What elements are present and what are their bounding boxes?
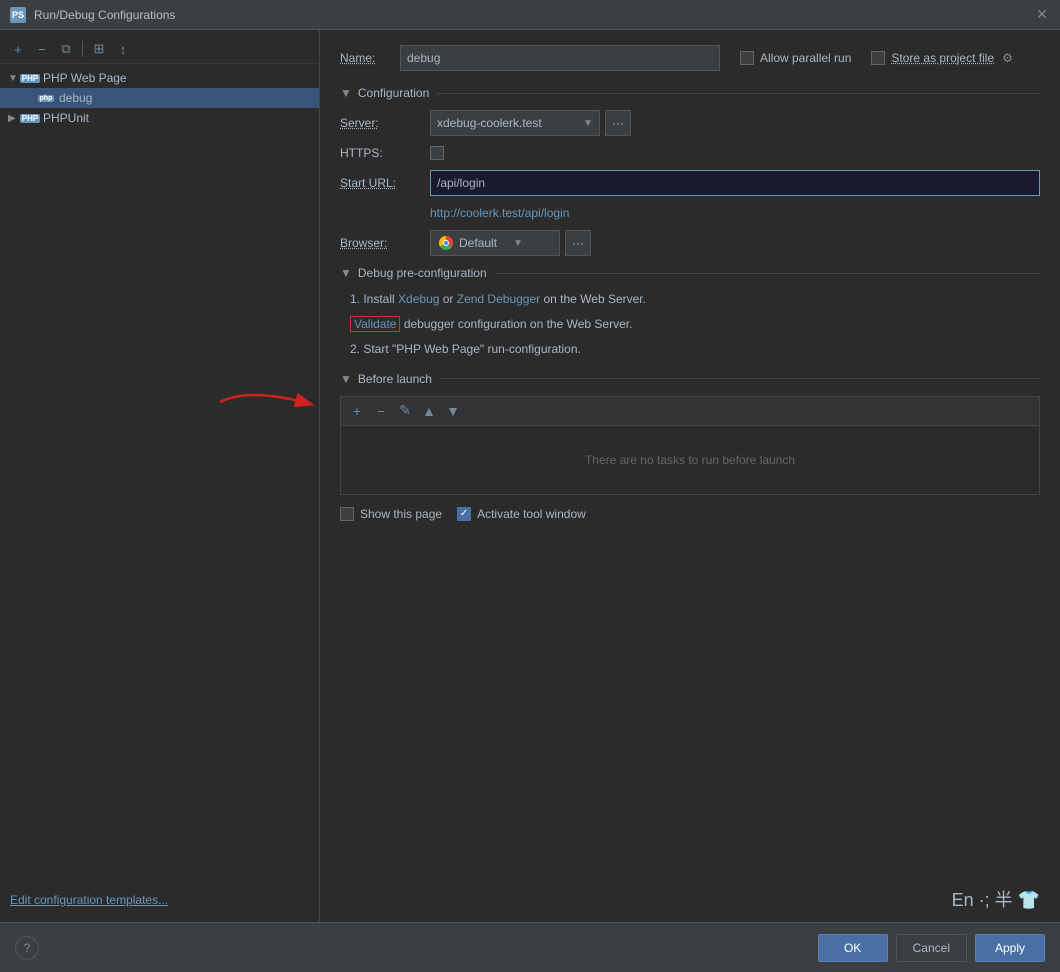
php-web-page-label: PHP Web Page (43, 71, 127, 85)
edit-config-templates-link[interactable]: Edit configuration templates... (10, 893, 168, 907)
apply-button[interactable]: Apply (975, 934, 1045, 962)
move-config-button[interactable]: ⊞ (89, 39, 109, 59)
right-panel: Name: Allow parallel run Store as projec… (320, 30, 1060, 922)
before-launch-arrow[interactable]: ▼ (340, 372, 352, 386)
sidebar: + − ⧉ ⊞ ↕ ▼ PHP PHP Web Page php debug ▶ (0, 30, 320, 922)
config-section-arrow[interactable]: ▼ (340, 86, 352, 100)
remove-config-button[interactable]: − (32, 39, 52, 59)
name-input[interactable] (400, 45, 720, 71)
server-select-wrapper: xdebug-coolerk.test ▼ ··· (430, 110, 631, 136)
debug-step-2: 2. Start "PHP Web Page" run-configuratio… (350, 340, 1040, 359)
before-launch-area: There are no tasks to run before launch (340, 425, 1040, 495)
bottom-options: Show this page Activate tool window (340, 507, 1040, 521)
server-dropdown[interactable]: xdebug-coolerk.test ▼ (430, 110, 600, 136)
debug-section-title: Debug pre-configuration (358, 266, 487, 280)
sidebar-toolbar: + − ⧉ ⊞ ↕ (0, 35, 319, 64)
server-value: xdebug-coolerk.test (437, 116, 542, 130)
activate-tool-window-option: Activate tool window (457, 507, 586, 521)
before-launch-section-header: ▼ Before launch (340, 372, 1040, 386)
resolved-url-link[interactable]: http://coolerk.test/api/login (430, 206, 1040, 220)
browser-select-wrapper: Default ▼ ··· (430, 230, 591, 256)
show-page-label: Show this page (360, 507, 442, 521)
allow-parallel-run: Allow parallel run (740, 51, 851, 65)
debug-step-1: 1. Install Xdebug or Zend Debugger on th… (350, 290, 1040, 309)
debug-preconfig-section-header: ▼ Debug pre-configuration (340, 266, 1040, 280)
chrome-icon (439, 236, 453, 250)
dialog-title: Run/Debug Configurations (34, 8, 175, 22)
browser-dropdown-arrow: ▼ (513, 238, 523, 249)
debug-step-validate: Validate debugger configuration on the W… (350, 315, 1040, 334)
title-bar: PS Run/Debug Configurations ✕ (0, 0, 1060, 30)
before-launch-empty: There are no tasks to run before launch (585, 453, 795, 467)
debug-config-label: debug (59, 91, 92, 105)
remove-task-button[interactable]: − (371, 401, 391, 421)
add-task-button[interactable]: + (347, 401, 367, 421)
system-tray: En ·; 半 👕 (952, 886, 1040, 912)
php-web-page-icon: PHP (22, 70, 38, 86)
store-as-project: Store as project file ⚙ (871, 51, 1012, 65)
debug-section-arrow[interactable]: ▼ (340, 266, 352, 280)
toolbar-separator (82, 41, 83, 57)
sort-config-button[interactable]: ↕ (113, 39, 133, 59)
start-url-label: Start URL: (340, 176, 430, 190)
server-row: Server: xdebug-coolerk.test ▼ ··· (340, 110, 1040, 136)
show-page-checkbox[interactable] (340, 507, 354, 521)
main-layout: + − ⧉ ⊞ ↕ ▼ PHP PHP Web Page php debug ▶ (0, 30, 1060, 922)
browser-row: Browser: Default ▼ ··· (340, 230, 1040, 256)
gear-icon[interactable]: ⚙ (1002, 51, 1013, 65)
browser-label: Browser: (340, 236, 430, 250)
browser-value: Default (459, 236, 497, 250)
server-more-button[interactable]: ··· (605, 110, 631, 136)
close-button[interactable]: ✕ (1034, 7, 1050, 23)
configuration-section-header: ▼ Configuration (340, 86, 1040, 100)
name-row: Name: Allow parallel run Store as projec… (340, 45, 1040, 71)
debug-steps: 1. Install Xdebug or Zend Debugger on th… (350, 290, 1040, 360)
sidebar-group-phpunit[interactable]: ▶ PHP PHPUnit (0, 108, 319, 128)
zend-debugger-link[interactable]: Zend Debugger (457, 292, 540, 306)
server-dropdown-arrow: ▼ (583, 118, 593, 129)
debug-config-icon: php (38, 90, 54, 106)
browser-more-button[interactable]: ··· (565, 230, 591, 256)
phpunit-icon: PHP (22, 110, 38, 126)
validate-button[interactable]: Validate (350, 316, 400, 332)
cancel-button[interactable]: Cancel (896, 934, 967, 962)
https-row: HTTPS: (340, 146, 1040, 160)
app-icon: PS (10, 7, 26, 23)
start-url-input[interactable] (430, 170, 1040, 196)
start-url-row: Start URL: (340, 170, 1040, 196)
https-label: HTTPS: (340, 146, 430, 160)
before-launch-title: Before launch (358, 372, 432, 386)
server-label: Server: (340, 116, 430, 130)
browser-dropdown[interactable]: Default ▼ (430, 230, 560, 256)
phpunit-label: PHPUnit (43, 111, 89, 125)
xdebug-link[interactable]: Xdebug (398, 292, 439, 306)
edit-task-button[interactable]: ✎ (395, 401, 415, 421)
https-checkbox[interactable] (430, 146, 444, 160)
sidebar-group-php-web-page[interactable]: ▼ PHP PHP Web Page (0, 68, 319, 88)
activate-tool-window-checkbox[interactable] (457, 507, 471, 521)
system-tray-text: En ·; 半 👕 (952, 886, 1040, 912)
section-divider (437, 93, 1040, 94)
help-button[interactable]: ? (15, 936, 39, 960)
store-project-checkbox[interactable] (871, 51, 885, 65)
parallel-run-checkbox[interactable] (740, 51, 754, 65)
before-launch-toolbar: + − ✎ ▲ ▼ (340, 396, 1040, 425)
copy-config-button[interactable]: ⧉ (56, 39, 76, 59)
name-label: Name: (340, 51, 390, 65)
ok-button[interactable]: OK (818, 934, 888, 962)
activate-tool-window-label: Activate tool window (477, 507, 586, 521)
bottom-bar: ? OK Cancel Apply (0, 922, 1060, 972)
config-section-title: Configuration (358, 86, 429, 100)
parallel-run-label: Allow parallel run (760, 51, 851, 65)
debug-section-divider (495, 273, 1040, 274)
move-down-button[interactable]: ▼ (443, 401, 463, 421)
move-up-button[interactable]: ▲ (419, 401, 439, 421)
store-project-label: Store as project file (891, 51, 994, 65)
show-page-option: Show this page (340, 507, 442, 521)
sidebar-item-debug[interactable]: php debug (0, 88, 319, 108)
before-launch-divider (440, 378, 1040, 379)
add-config-button[interactable]: + (8, 39, 28, 59)
